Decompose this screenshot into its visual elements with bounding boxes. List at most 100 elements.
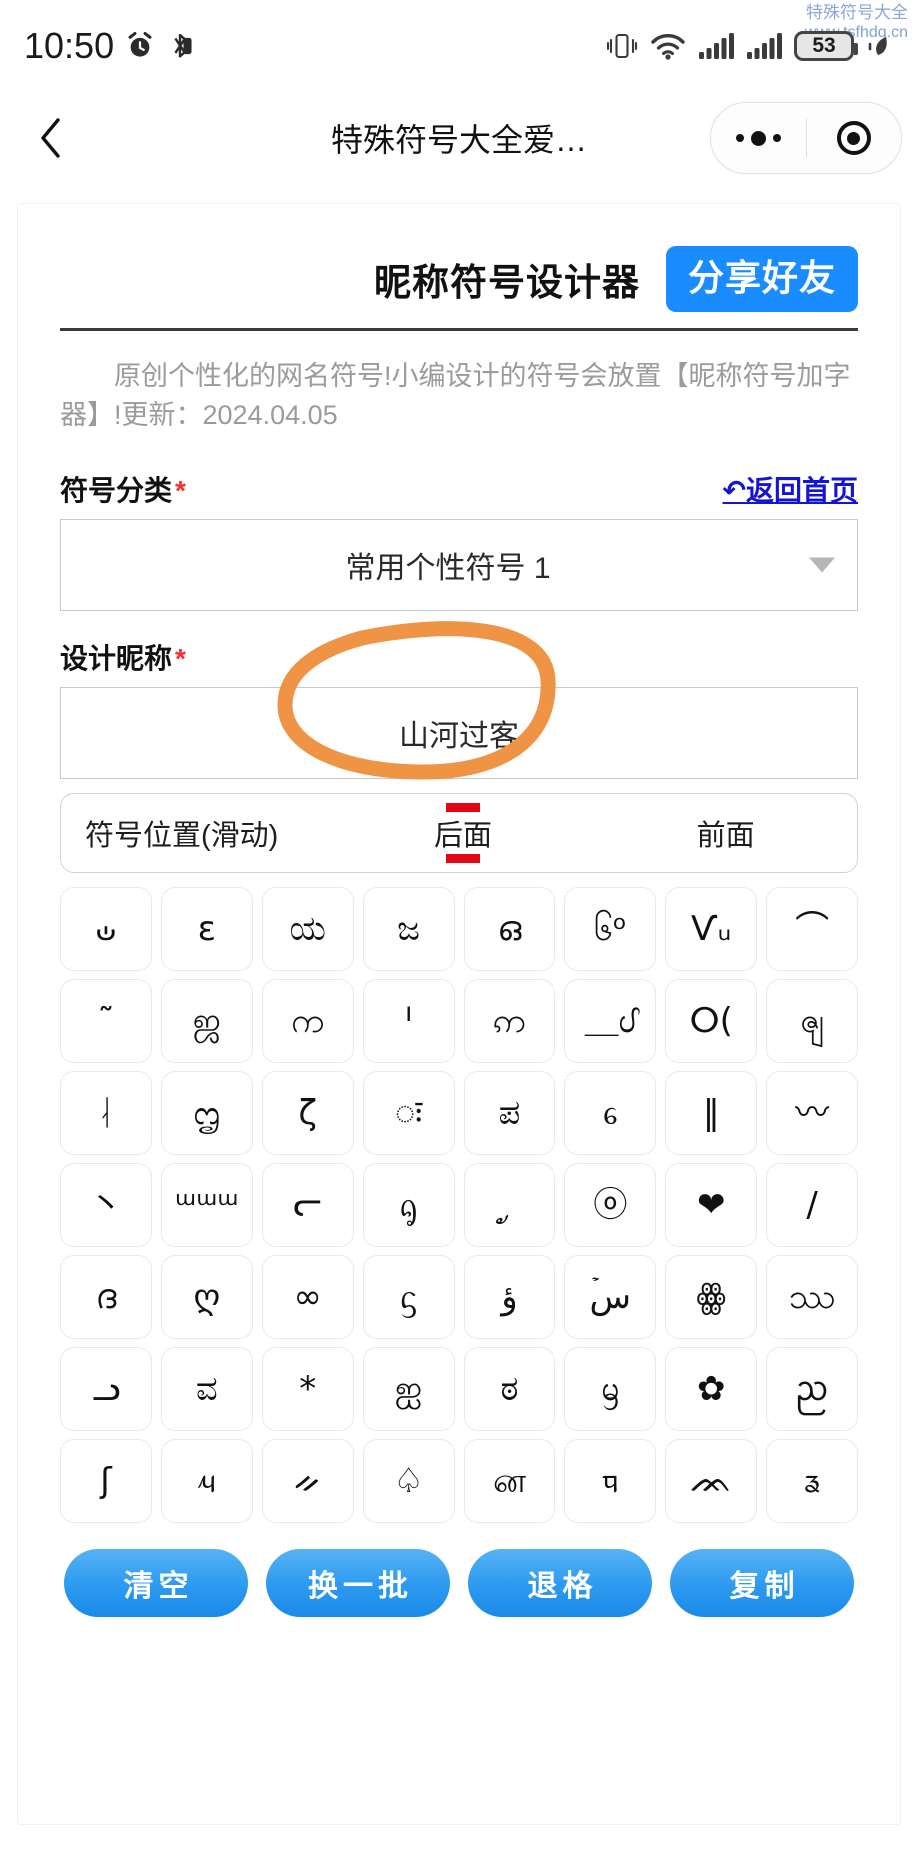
symbol-cell[interactable]: ε [160, 887, 253, 972]
symbol-cell[interactable]: ᤕ [766, 1439, 858, 1524]
symbol-cell[interactable]: ᓕ [261, 1163, 354, 1248]
nickname-label-row: 设计昵称 * [60, 637, 858, 677]
symbol-cell[interactable]: ವ [160, 1347, 253, 1432]
symbol-cell[interactable]: ⌒ [766, 887, 858, 972]
nickname-label: 设计昵称 * [60, 637, 186, 677]
status-bar: 10:50 53 [0, 0, 918, 92]
share-button[interactable]: 分享好友 [665, 246, 858, 312]
app-header: 昵称符号设计器 分享好友 [60, 246, 858, 331]
refresh-batch-button[interactable]: 换一批 [266, 1549, 450, 1618]
symbol-cell[interactable]: ♤ [362, 1439, 455, 1524]
symbol-cell[interactable]: ன [463, 1439, 556, 1524]
symbol-cell[interactable]: ᨏ [665, 1439, 758, 1524]
bluetooth-icon [166, 31, 194, 61]
mini-program-capsule [710, 102, 902, 174]
symbol-cell[interactable]: ಪ [463, 1071, 556, 1156]
symbol-cell[interactable]: / [766, 1163, 858, 1248]
category-label-text: 符号分类 [60, 475, 173, 507]
back-home-link[interactable]: ↶返回首页 [723, 469, 858, 509]
copy-button[interactable]: 复制 [670, 1549, 854, 1618]
clock-time: 10:50 [24, 25, 115, 66]
nickname-label-text: 设计昵称 [60, 643, 173, 675]
symbol-cell[interactable]: ζ [261, 1071, 354, 1156]
symbol-cell[interactable]: ၆ᵒ [564, 887, 657, 972]
symbol-cell[interactable]: * [261, 1347, 354, 1432]
tick-marker-bottom [445, 854, 480, 864]
symbol-cell[interactable]: ᦗ [160, 1071, 253, 1156]
symbol-cell[interactable]: ᤢ [463, 1163, 556, 1248]
required-mark: * [175, 643, 186, 675]
nickname-input[interactable]: 山河过客 [60, 687, 858, 780]
symbol-cell[interactable]: ᛆ [60, 1071, 152, 1156]
symbol-cell[interactable]: ಠ [463, 1347, 556, 1432]
target-icon[interactable] [807, 121, 902, 155]
symbol-cell[interactable]: ⓞ [564, 1163, 657, 1248]
battery-percent: 53 [812, 34, 836, 57]
symbol-cell[interactable]: ಯ [261, 887, 354, 972]
battery-icon: 53 [794, 31, 858, 61]
symbol-cell[interactable]: ᑊ [362, 979, 455, 1064]
symbol-cell[interactable]: ஜ [160, 979, 253, 1064]
symbol-cell[interactable]: ഄ [60, 887, 152, 972]
required-mark: * [175, 475, 186, 507]
symbol-cell[interactable]: 丶 [60, 1163, 152, 1248]
category-label-row: 符号分类 * ↶返回首页 [60, 469, 858, 509]
symbol-cell[interactable]: ஐ [362, 1347, 455, 1432]
symbol-cell[interactable]: ᨬ [766, 1347, 858, 1432]
symbol-cell[interactable]: ᧈ [564, 1071, 657, 1156]
symbol-cell[interactable]: ᵚᵚᵚ [160, 1163, 253, 1248]
power-saving-icon [866, 31, 890, 61]
symbol-cell[interactable]: Ѵᵤ [665, 887, 758, 972]
symbol-cell[interactable]: ❤ [665, 1163, 758, 1248]
clear-button[interactable]: 清空 [64, 1549, 248, 1618]
symbol-cell[interactable]: ᦙ [564, 1347, 657, 1432]
symbol-cell[interactable]: ᨀ [261, 1439, 354, 1524]
symbol-cell[interactable]: 〰 [766, 1071, 858, 1156]
nickname-input-value: 山河过客 [399, 720, 519, 754]
symbol-cell[interactable]: ဿ [766, 1255, 858, 1340]
symbol-cell[interactable]: ꙮ [665, 1255, 758, 1340]
symbol-cell[interactable]: ᤘ [160, 1439, 253, 1524]
symbol-cell[interactable]: ∞ [261, 1255, 354, 1340]
symbol-cell[interactable]: က [261, 979, 354, 1064]
symbol-cell[interactable]: ः [362, 1071, 455, 1156]
tab-front[interactable]: 前面 [594, 812, 857, 854]
symbol-position-bar[interactable]: 符号位置(滑动) 后面 前面 [60, 793, 858, 874]
tab-behind-label: 后面 [433, 820, 492, 853]
tab-behind[interactable]: 后面 [332, 803, 595, 864]
category-select[interactable]: 常用个性符号 1 [60, 519, 858, 612]
signal-icon [698, 31, 734, 61]
status-left: 10:50 [24, 25, 194, 67]
symbol-position-label: 符号位置(滑动) [85, 820, 279, 853]
tick-marker-top [445, 803, 480, 813]
symbol-cell[interactable]: ဢ [463, 979, 556, 1064]
content-card: 昵称符号设计器 分享好友 原创个性化的网名符号!小编设计的符号会放置【昵称符号加… [18, 204, 900, 1824]
wifi-icon [650, 31, 686, 61]
symbol-cell[interactable]: ⵔ( [665, 979, 758, 1064]
alarm-icon [125, 31, 155, 61]
chevron-left-icon[interactable] [28, 115, 74, 161]
symbol-cell[interactable]: ᧂ [362, 1163, 455, 1248]
symbol-cell[interactable]: ၛ [766, 979, 858, 1064]
symbol-cell[interactable]: ✿ [665, 1347, 758, 1432]
symbol-cell[interactable]: ＿ᦔ [564, 979, 657, 1064]
symbol-grid: ഄεಯಜഒ၆ᵒѴᵤ⌒ ˜ஜကᑊဢ＿ᦔⵔ(ၛ ᛆᦗζःಪᧈ‖〰丶ᵚᵚᵚᓕᧂᤢⓞ❤/ ദღ… [60, 887, 858, 1524]
symbol-cell[interactable]: ᦓ [362, 1255, 455, 1340]
symbol-cell[interactable]: ღ [160, 1255, 253, 1340]
symbol-cell[interactable]: ʃ [60, 1439, 152, 1524]
symbol-cell[interactable]: ˜ [60, 979, 152, 1064]
symbol-cell[interactable]: ᤄ [564, 1439, 657, 1524]
symbol-cell[interactable]: ‖ [665, 1071, 758, 1156]
page-description: 原创个性化的网名符号!小编设计的符号会放置【昵称符号加字器】!更新：2024.0… [60, 361, 851, 431]
symbol-cell[interactable]: ಜ [362, 887, 455, 972]
symbol-cell[interactable]: ؤ [463, 1255, 556, 1340]
symbol-cell[interactable]: ഒ [463, 887, 556, 972]
symbol-cell[interactable]: ദ [60, 1255, 152, 1340]
category-label: 符号分类 * [60, 469, 186, 509]
symbol-cell[interactable]: ۡس [564, 1255, 657, 1340]
more-dots-icon[interactable] [711, 130, 806, 146]
backspace-button[interactable]: 退格 [468, 1549, 652, 1618]
symbol-cell[interactable]: ᓗ [60, 1347, 152, 1432]
category-select-value: 常用个性符号 1 [345, 552, 551, 586]
signal-icon [746, 31, 782, 61]
